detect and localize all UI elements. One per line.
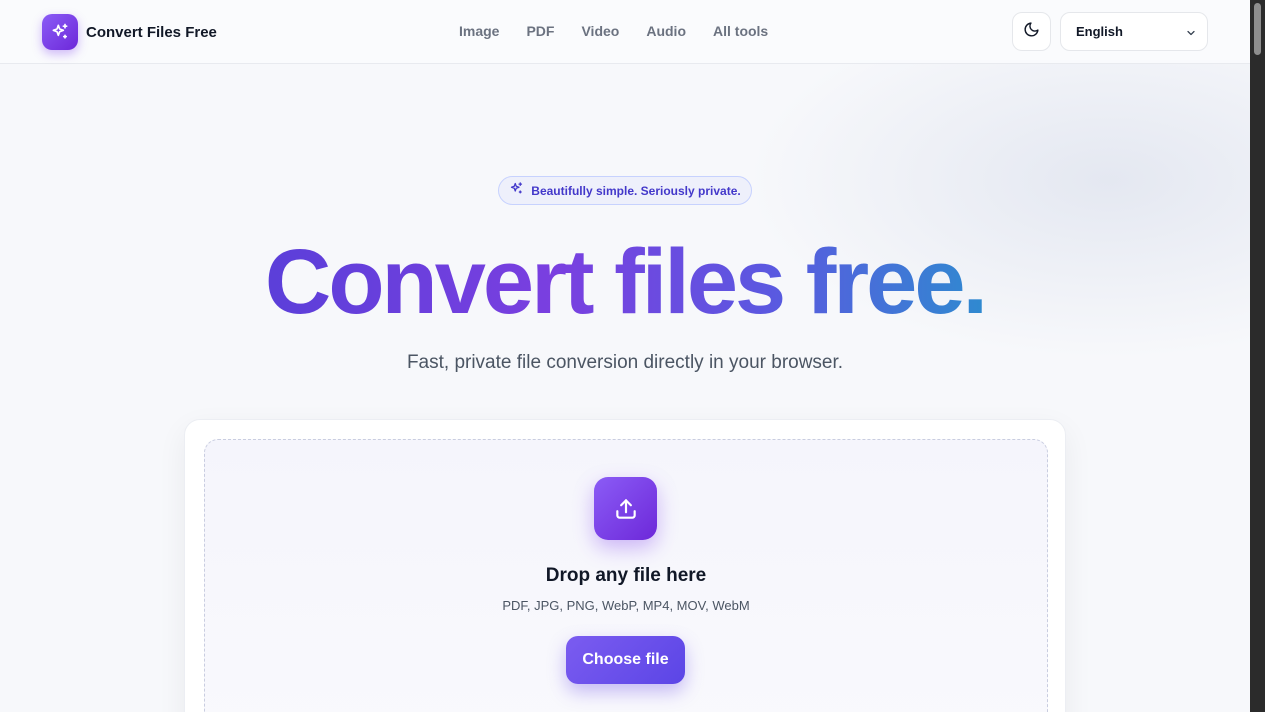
hero-title: Convert files free. (0, 232, 1250, 332)
nav-all-tools[interactable]: All tools (713, 23, 768, 39)
moon-icon (1023, 21, 1040, 43)
brand-name: Convert Files Free (86, 23, 217, 41)
scrollbar-thumb[interactable] (1254, 3, 1261, 55)
dropzone-title: Drop any file here (545, 565, 707, 586)
chevron-down-icon (1185, 26, 1197, 44)
main-nav: Image PDF Video Audio All tools (459, 23, 768, 39)
page-scrollbar[interactable] (1250, 0, 1265, 712)
brand-link[interactable]: Convert Files Free (42, 14, 217, 50)
choose-file-button[interactable]: Choose file (566, 636, 685, 684)
upload-card: Drop any file here PDF, JPG, PNG, WebP, … (184, 419, 1066, 712)
hero-subtitle: Fast, private file conversion directly i… (406, 352, 844, 373)
language-selected: English (1076, 24, 1123, 39)
sparkles-icon (509, 181, 524, 201)
nav-pdf[interactable]: PDF (526, 23, 554, 39)
badge-text: Beautifully simple. Seriously private. (531, 183, 741, 198)
language-select[interactable]: English (1060, 12, 1208, 51)
theme-toggle-button[interactable] (1012, 12, 1051, 51)
sparkles-icon (42, 14, 78, 50)
nav-video[interactable]: Video (581, 23, 619, 39)
hero-title-text: Convert files free. (264, 231, 988, 333)
file-dropzone[interactable]: Drop any file here PDF, JPG, PNG, WebP, … (204, 439, 1048, 712)
nav-audio[interactable]: Audio (646, 23, 686, 39)
supported-formats: PDF, JPG, PNG, WebP, MP4, MOV, WebM (502, 598, 750, 613)
upload-icon (594, 477, 657, 540)
hero-badge: Beautifully simple. Seriously private. (498, 176, 752, 205)
site-header: Convert Files Free Image PDF Video Audio… (0, 0, 1250, 64)
nav-image[interactable]: Image (459, 23, 499, 39)
